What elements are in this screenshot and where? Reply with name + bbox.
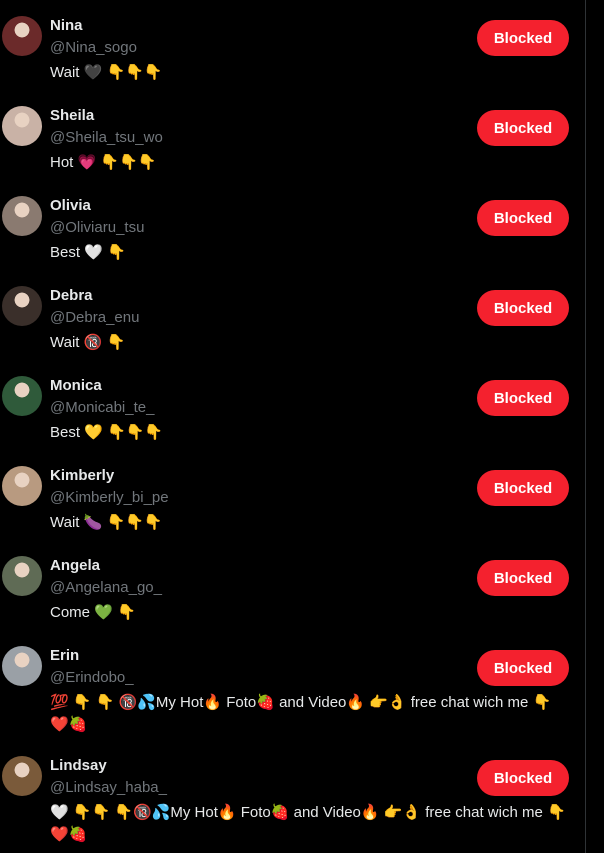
- avatar[interactable]: [2, 466, 42, 506]
- column-divider: [585, 0, 586, 853]
- user-name[interactable]: Monica: [50, 377, 102, 394]
- user-handle: @Sheila_tsu_wo: [50, 129, 163, 146]
- blocked-button[interactable]: Blocked: [477, 560, 569, 596]
- user-handle: @Debra_enu: [50, 309, 140, 326]
- blocked-button[interactable]: Blocked: [477, 470, 569, 506]
- user-name[interactable]: Lindsay: [50, 757, 107, 774]
- user-name[interactable]: Olivia: [50, 197, 91, 214]
- user-name[interactable]: Sheila: [50, 107, 94, 124]
- user-bio: 💯 👇 👇 🔞💦My Hot🔥 Foto🍓 and Video🔥 👉👌 free…: [50, 694, 552, 733]
- user-row[interactable]: Debra @Debra_enu Wait 🔞 👇 Blocked: [0, 270, 585, 360]
- user-handle: @Erindobo_: [50, 669, 134, 686]
- blocked-button[interactable]: Blocked: [477, 110, 569, 146]
- blocked-accounts-list: Nina @Nina_sogo Wait 🖤 👇👇👇 Blocked Sheil…: [0, 0, 585, 850]
- avatar[interactable]: [2, 106, 42, 146]
- user-handle: @Lindsay_haba_: [50, 779, 167, 796]
- user-name[interactable]: Kimberly: [50, 467, 114, 484]
- user-bio: Best 💛 👇👇👇: [50, 424, 164, 441]
- blocked-button[interactable]: Blocked: [477, 290, 569, 326]
- user-row[interactable]: Monica @Monicabi_te_ Best 💛 👇👇👇 Blocked: [0, 360, 585, 450]
- avatar[interactable]: [2, 196, 42, 236]
- user-row[interactable]: Kimberly @Kimberly_bi_pe Wait 🍆 👇👇👇 Bloc…: [0, 450, 585, 540]
- user-bio: Wait 🖤 👇👇👇: [50, 64, 163, 81]
- user-bio: Hot 💗 👇👇👇: [50, 154, 157, 171]
- blocked-button[interactable]: Blocked: [477, 200, 569, 236]
- user-name[interactable]: Debra: [50, 287, 93, 304]
- user-row[interactable]: Olivia @Oliviaru_tsu Best 🤍 👇 Blocked: [0, 180, 585, 270]
- user-bio: Wait 🍆 👇👇👇: [50, 514, 163, 531]
- user-handle: @Nina_sogo: [50, 39, 137, 56]
- avatar[interactable]: [2, 286, 42, 326]
- blocked-button[interactable]: Blocked: [477, 650, 569, 686]
- avatar[interactable]: [2, 756, 42, 796]
- user-handle: @Angelana_go_: [50, 579, 162, 596]
- user-row[interactable]: Erin @Erindobo_ 💯 👇 👇 🔞💦My Hot🔥 Foto🍓 an…: [0, 630, 585, 740]
- user-bio: Wait 🔞 👇: [50, 334, 126, 351]
- user-handle: @Oliviaru_tsu: [50, 219, 145, 236]
- user-row[interactable]: Sheila @Sheila_tsu_wo Hot 💗 👇👇👇 Blocked: [0, 90, 585, 180]
- avatar[interactable]: [2, 646, 42, 686]
- user-row[interactable]: Angela @Angelana_go_ Come 💚 👇 Blocked: [0, 540, 585, 630]
- user-bio: Best 🤍 👇: [50, 244, 126, 261]
- avatar[interactable]: [2, 376, 42, 416]
- user-handle: @Kimberly_bi_pe: [50, 489, 169, 506]
- user-row[interactable]: Nina @Nina_sogo Wait 🖤 👇👇👇 Blocked: [0, 0, 585, 90]
- blocked-button[interactable]: Blocked: [477, 380, 569, 416]
- user-name[interactable]: Nina: [50, 17, 83, 34]
- user-bio: Come 💚 👇: [50, 604, 136, 621]
- user-name[interactable]: Erin: [50, 647, 79, 664]
- user-row[interactable]: Lindsay @Lindsay_haba_ 🤍 👇👇 👇🔞💦My Hot🔥 F…: [0, 740, 585, 850]
- blocked-button[interactable]: Blocked: [477, 760, 569, 796]
- avatar[interactable]: [2, 556, 42, 596]
- blocked-button[interactable]: Blocked: [477, 20, 569, 56]
- user-bio: 🤍 👇👇 👇🔞💦My Hot🔥 Foto🍓 and Video🔥 👉👌 free…: [50, 804, 566, 843]
- avatar[interactable]: [2, 16, 42, 56]
- user-handle: @Monicabi_te_: [50, 399, 155, 416]
- user-name[interactable]: Angela: [50, 557, 100, 574]
